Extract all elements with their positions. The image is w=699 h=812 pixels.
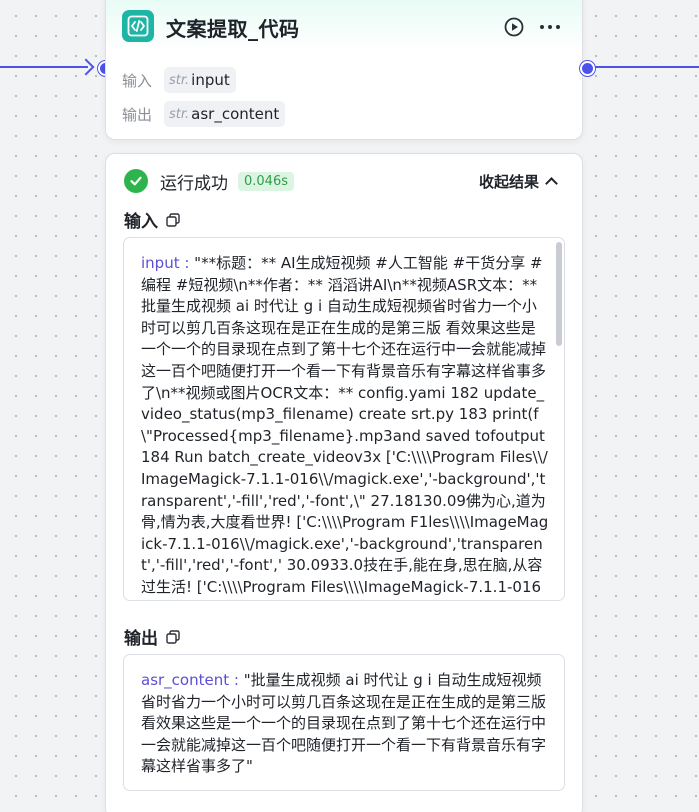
output-type-label: str. [169,106,190,122]
outgoing-edge [592,66,699,68]
input-type-label: str. [169,72,190,88]
input-section-label: 输入 [124,212,158,232]
run-result-panel: 运行成功 0.046s 收起结果 输入 input : "**标题：** AI生… [105,153,583,812]
output-result-box[interactable]: asr_content : "批量生成视频 ai 时代让 g i 自动生成短视频… [123,654,565,791]
node-input-label: 输入 [122,71,153,90]
node-header: 文案提取_代码 [106,0,582,51]
chevron-up-icon [545,177,558,190]
collapse-result-label: 收起结果 [478,173,539,191]
collapse-result-button[interactable]: 收起结果 [478,171,558,192]
output-result-text: asr_content : "批量生成视频 ai 时代让 g i 自动生成短视频… [141,670,549,778]
input-section-heading: 输入 [124,207,180,232]
input-result-text: input : "**标题：** AI生成短视频 #人工智能 #干货分享 #编程… [141,253,549,600]
input-value: "**标题：** AI生成短视频 #人工智能 #干货分享 #编程 #短视频\n*… [141,254,549,600]
output-key: asr_content : [141,671,239,689]
input-variable-name: input [191,71,230,89]
more-options-button[interactable] [538,17,562,37]
input-key: input : [141,254,190,272]
node-output-label: 输出 [122,105,153,124]
node-input-tag: str. input [164,67,236,93]
run-status: 运行成功 0.046s [124,168,294,194]
duration-badge: 0.046s [238,171,294,191]
incoming-edge [0,66,88,68]
copy-icon[interactable] [166,212,180,227]
input-result-box[interactable]: input : "**标题：** AI生成短视频 #人工智能 #干货分享 #编程… [123,237,565,601]
input-scrollbar[interactable] [556,242,562,346]
check-circle-icon [124,169,148,193]
more-icon [540,25,560,29]
code-icon [122,10,154,42]
output-section-heading: 输出 [124,624,180,649]
node-output-tag: str. asr_content [164,101,286,127]
copy-icon[interactable] [166,629,180,644]
node-output-row: 输出 str. asr_content [122,101,286,127]
run-node-button[interactable] [504,17,524,37]
incoming-arrow-icon [77,58,95,76]
status-text: 运行成功 [160,173,228,194]
node-title: 文案提取_代码 [166,17,300,41]
output-variable-name: asr_content [191,105,280,123]
code-node-card[interactable]: 文案提取_代码 输入 str. input 输出 str. asr_conten… [105,0,583,140]
output-section-label: 输出 [124,629,158,649]
output-port[interactable] [580,61,595,76]
play-circle-icon [504,17,524,37]
node-input-row: 输入 str. input [122,67,236,93]
